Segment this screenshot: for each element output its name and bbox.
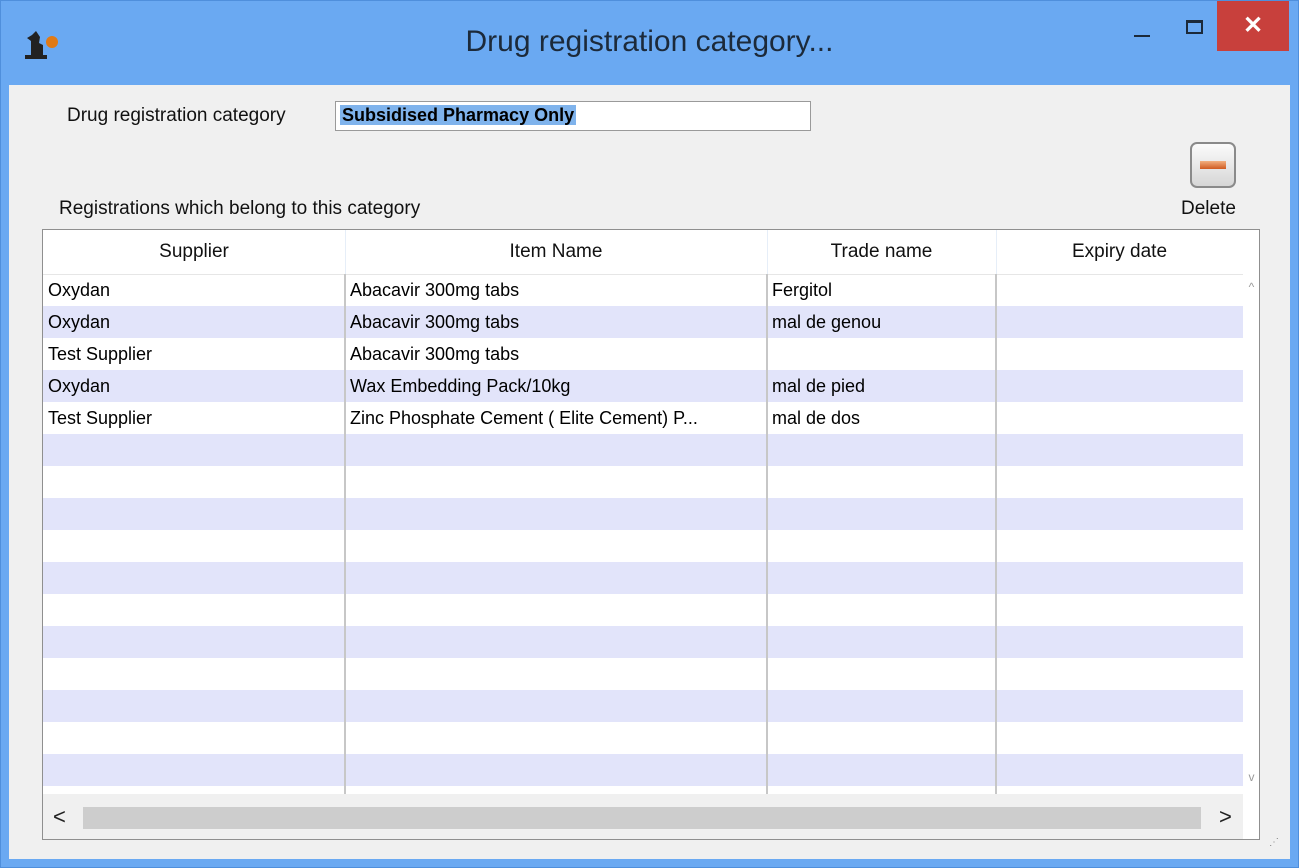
column-header-supplier[interactable]: Supplier [43,230,346,274]
dialog-window: Drug registration category... ✕ Drug reg… [0,0,1299,868]
cell-supplier: Oxydan [48,312,111,332]
scroll-down-icon[interactable]: v [1243,770,1259,784]
category-input[interactable]: Subsidised Pharmacy Only [335,101,811,131]
cell-trade-name: Fergitol [772,280,833,300]
vertical-scrollbar[interactable]: ^ v [1243,274,1259,794]
table-row[interactable]: Test Supplier Zinc Phosphate Cement ( El… [43,402,1243,434]
cell-item-name: Abacavir 300mg tabs [350,312,520,332]
empty-row [43,690,1243,722]
minimize-icon [1134,35,1150,37]
empty-row [43,722,1243,754]
cell-expiry-date [996,370,1243,402]
column-header-expiry-date[interactable]: Expiry date [996,230,1243,274]
table-row[interactable]: Oxydan Wax Embedding Pack/10kg mal de pi… [43,370,1243,402]
cell-supplier: Test Supplier [48,344,153,364]
registrations-table[interactable]: Supplier Item Name Trade name Expiry dat… [42,229,1260,840]
close-button[interactable]: ✕ [1217,1,1289,51]
title-bar[interactable]: Drug registration category... ✕ [1,1,1298,85]
registrations-label: Registrations which belong to this categ… [59,198,421,219]
horizontal-scroll-thumb[interactable] [83,807,1201,829]
horizontal-scrollbar[interactable]: < > [43,794,1243,839]
column-divider[interactable] [344,274,346,794]
column-header-item-name[interactable]: Item Name [345,230,768,274]
delete-label: Delete [1181,198,1236,219]
cell-expiry-date [996,402,1243,434]
cell-supplier: Oxydan [48,376,111,396]
window-title: Drug registration category... [465,25,834,58]
resize-grip-icon[interactable]: ⋰ [1269,837,1283,851]
empty-row [43,530,1243,562]
cell-trade-name: mal de pied [772,376,866,396]
cell-expiry-date [996,306,1243,338]
category-value: Subsidised Pharmacy Only [340,105,577,125]
delete-button[interactable]: Delete [1181,142,1257,222]
delete-icon [1190,142,1236,188]
empty-row [43,626,1243,658]
cell-supplier: Oxydan [48,280,111,300]
dialog-body: Drug registration category Subsidised Ph… [9,85,1290,859]
column-divider[interactable] [766,274,768,794]
category-label: Drug registration category [67,105,286,126]
cell-trade-name [767,338,996,370]
cell-item-name: Abacavir 300mg tabs [350,280,520,300]
empty-row [43,498,1243,530]
empty-row [43,658,1243,690]
close-icon: ✕ [1242,12,1264,39]
scroll-right-icon[interactable]: > [1219,804,1232,830]
empty-row [43,466,1243,498]
cell-item-name: Wax Embedding Pack/10kg [350,376,571,396]
column-header-trade-name[interactable]: Trade name [767,230,997,274]
scroll-up-icon[interactable]: ^ [1243,280,1259,294]
scroll-left-icon[interactable]: < [53,804,66,830]
table-header: Supplier Item Name Trade name Expiry dat… [43,230,1243,275]
cell-item-name: Abacavir 300mg tabs [350,344,520,364]
column-divider[interactable] [995,274,997,794]
empty-row [43,434,1243,466]
minus-bar-icon [1200,161,1226,169]
cell-expiry-date [996,338,1243,370]
cell-supplier: Test Supplier [48,408,153,428]
empty-row [43,562,1243,594]
cell-trade-name: mal de dos [772,408,861,428]
table-row[interactable]: Test Supplier Abacavir 300mg tabs [43,338,1243,370]
cell-item-name: Zinc Phosphate Cement ( Elite Cement) P.… [350,408,698,428]
empty-row [43,594,1243,626]
cell-trade-name: mal de genou [772,312,882,332]
cell-expiry-date [996,274,1243,306]
table-row[interactable]: Oxydan Abacavir 300mg tabs mal de genou [43,306,1243,338]
empty-row [43,754,1243,786]
maximize-icon [1185,20,1203,34]
table-row[interactable]: Oxydan Abacavir 300mg tabs Fergitol [43,274,1243,306]
